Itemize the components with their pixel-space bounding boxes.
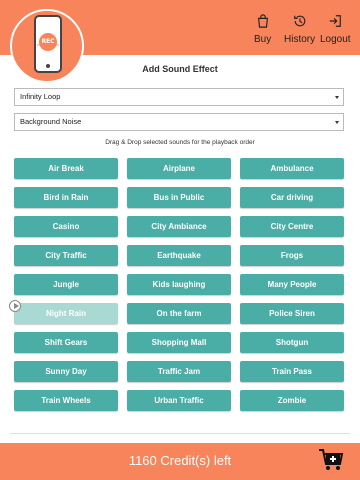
sound-button[interactable]: Jungle bbox=[14, 274, 118, 295]
add-to-cart-icon[interactable] bbox=[318, 447, 344, 473]
sound-button[interactable]: Many People bbox=[240, 274, 344, 295]
loop-select[interactable]: Infinity Loop bbox=[14, 88, 344, 106]
rec-badge: REC bbox=[39, 33, 57, 51]
sound-button[interactable]: Shopping Mall bbox=[127, 332, 231, 353]
history-button[interactable]: History bbox=[284, 14, 315, 45]
sound-button[interactable]: Police Siren bbox=[240, 303, 344, 324]
sound-button[interactable]: On the farm bbox=[127, 303, 231, 324]
sound-button[interactable]: Urban Traffic bbox=[127, 390, 231, 411]
shopping-bag-icon bbox=[257, 14, 268, 28]
history-icon bbox=[293, 15, 305, 27]
logout-button[interactable]: Logout bbox=[320, 14, 351, 45]
sound-button[interactable]: Bus in Public bbox=[127, 187, 231, 208]
sound-button[interactable]: Casino bbox=[14, 216, 118, 237]
sound-button[interactable]: Bird in Rain bbox=[14, 187, 118, 208]
drag-hint: Drag & Drop selected sounds for the play… bbox=[105, 139, 255, 146]
background-select-value: Background Noise bbox=[20, 117, 82, 126]
sound-button[interactable]: City Centre bbox=[240, 216, 344, 237]
chevron-down-icon bbox=[335, 96, 339, 99]
logout-icon bbox=[330, 15, 342, 27]
loop-select-value: Infinity Loop bbox=[20, 92, 61, 101]
sound-button[interactable]: Shotgun bbox=[240, 332, 344, 353]
sound-button[interactable]: City Traffic bbox=[14, 245, 118, 266]
sound-button[interactable]: Kids laughing bbox=[127, 274, 231, 295]
credits-text: 1160 Credit(s) left bbox=[128, 453, 232, 468]
divider bbox=[10, 433, 350, 434]
background-select[interactable]: Background Noise bbox=[14, 113, 344, 131]
sound-button[interactable]: Train Wheels bbox=[14, 390, 118, 411]
sound-button[interactable]: Train Pass bbox=[240, 361, 344, 382]
bottom-bar: 1160 Credit(s) left bbox=[0, 443, 360, 480]
sound-button[interactable]: City Ambiance bbox=[127, 216, 231, 237]
sound-button[interactable]: Frogs bbox=[240, 245, 344, 266]
play-icon[interactable] bbox=[9, 300, 21, 312]
buy-button[interactable]: Buy bbox=[254, 14, 271, 45]
chevron-down-icon bbox=[335, 121, 339, 124]
sound-button[interactable]: Zombie bbox=[240, 390, 344, 411]
sound-button[interactable]: Earthquake bbox=[127, 245, 231, 266]
sound-button[interactable]: Shift Gears bbox=[14, 332, 118, 353]
history-label: History bbox=[284, 34, 316, 45]
sound-button[interactable]: Air Break bbox=[14, 158, 118, 179]
sound-button[interactable]: Traffic Jam bbox=[127, 361, 231, 382]
logout-label: Logout bbox=[320, 34, 351, 45]
sound-button[interactable]: Ambulance bbox=[240, 158, 344, 179]
phone-icon: REC bbox=[34, 15, 62, 73]
home-button-dot bbox=[46, 64, 50, 68]
sound-button[interactable]: Night Rain bbox=[14, 303, 118, 324]
buy-label: Buy bbox=[254, 34, 272, 45]
sound-button[interactable]: Sunny Day bbox=[14, 361, 118, 382]
sound-button[interactable]: Car driving bbox=[240, 187, 344, 208]
app-logo: REC bbox=[10, 9, 84, 83]
sound-button[interactable]: Airplane bbox=[127, 158, 231, 179]
